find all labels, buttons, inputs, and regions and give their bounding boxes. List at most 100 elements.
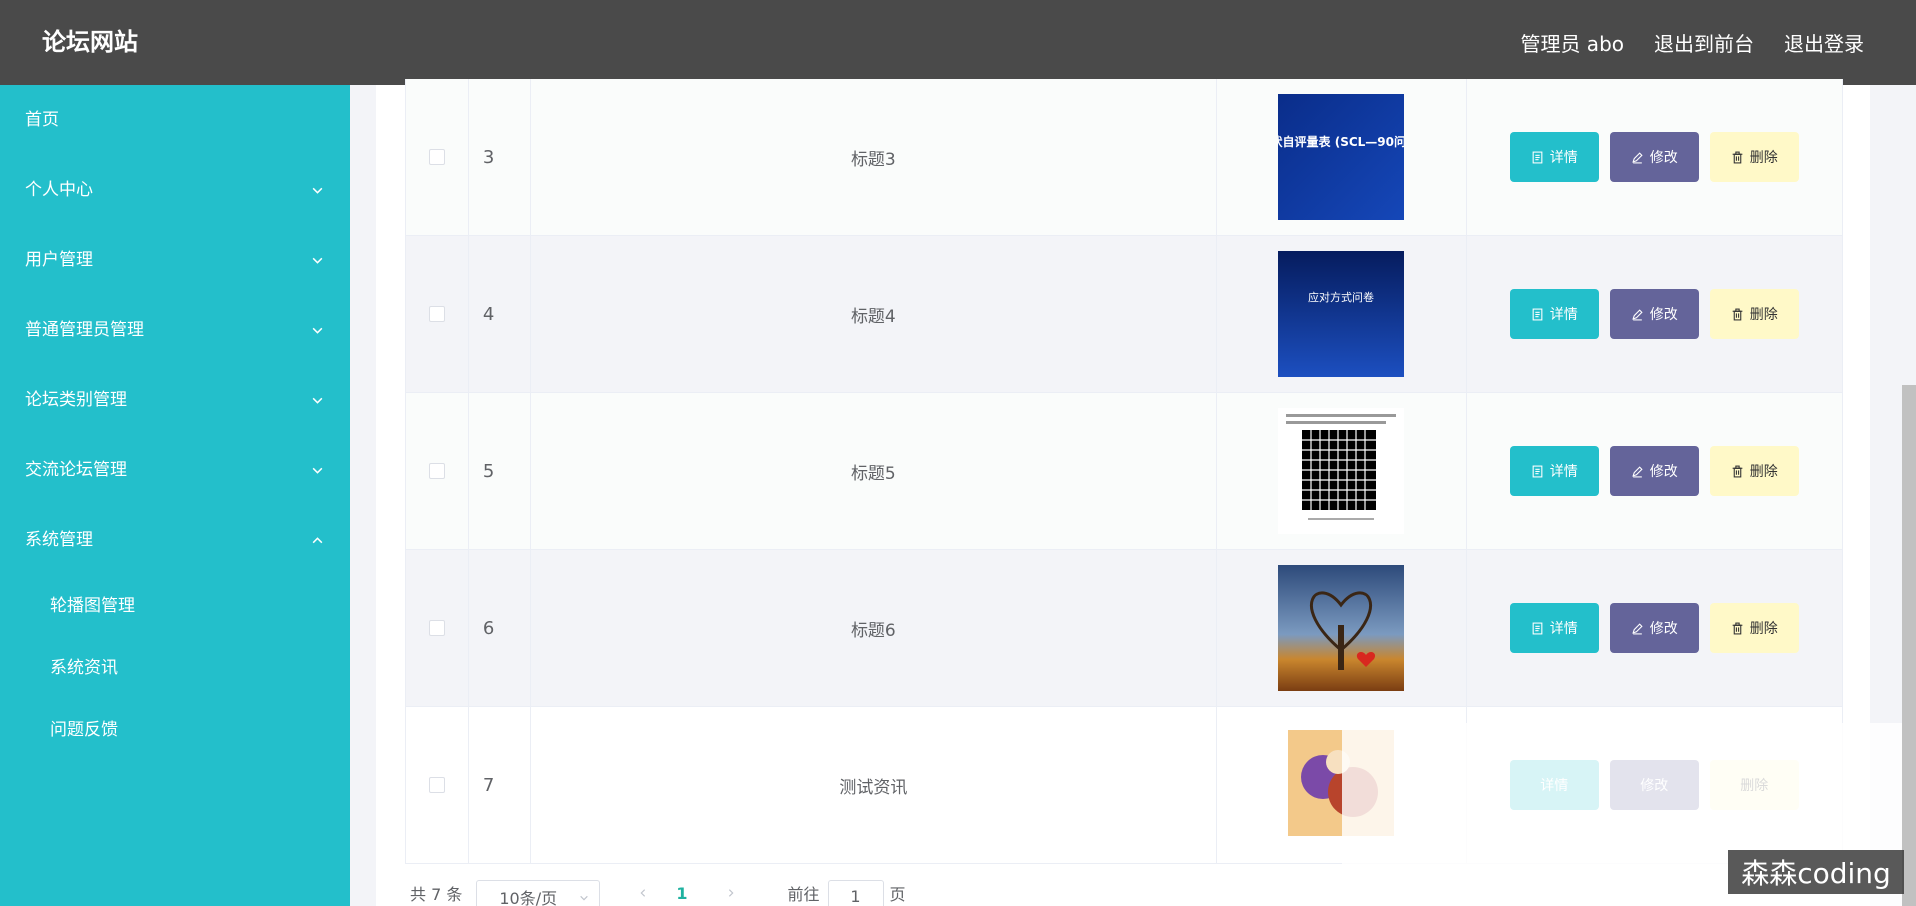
sidebar-item-forum-management[interactable]: 交流论坛管理 xyxy=(0,435,350,505)
thumbnail-caption: 应对方式问卷 xyxy=(1308,290,1374,304)
row-title: 测试资讯 xyxy=(531,707,1217,863)
pencil-icon xyxy=(1632,622,1643,634)
detail-button-label: 详情 xyxy=(1549,464,1578,480)
sidebar-item-home[interactable]: 首页 xyxy=(0,85,350,155)
table-row: 3 标题3 症状自评量表 (SCL—90问卷) 详情 修改 删除 xyxy=(405,79,1843,236)
logout-link[interactable]: 退出登录 xyxy=(1784,28,1864,57)
top-actions: 管理员 abo 退出到前台 退出登录 xyxy=(1520,0,1864,85)
chevron-down-icon xyxy=(310,435,324,505)
watermark: 森森coding xyxy=(1728,850,1904,894)
next-page-button[interactable] xyxy=(716,888,746,898)
goto-prefix: 前往 xyxy=(787,885,820,904)
delete-button-label: 删除 xyxy=(1749,464,1778,480)
row-checkbox[interactable] xyxy=(428,306,445,322)
document-icon xyxy=(1532,622,1543,634)
sidebar-item-system-management[interactable]: 系统管理 xyxy=(0,505,350,575)
trash-icon xyxy=(1732,308,1743,320)
chevron-down-icon xyxy=(310,365,324,435)
row-checkbox[interactable] xyxy=(428,149,445,165)
row-actions: 详情 修改 删除 xyxy=(1467,550,1842,706)
sidebar-item-label: 论坛类别管理 xyxy=(25,390,127,410)
pencil-icon xyxy=(1632,151,1643,163)
edit-button-label: 修改 xyxy=(1649,464,1678,480)
prev-page-button[interactable] xyxy=(628,888,658,898)
pagination-total: 共 7 条 xyxy=(410,885,463,904)
goto-page-input[interactable]: 1 xyxy=(827,880,884,906)
sidebar-subitem-system-news[interactable]: 系统资讯 xyxy=(0,637,350,699)
row-checkbox-cell xyxy=(406,707,469,863)
sidebar-item-admin-management[interactable]: 普通管理员管理 xyxy=(0,295,350,365)
page-number-current[interactable]: 1 xyxy=(676,884,687,903)
edit-button-label: 修改 xyxy=(1649,621,1678,637)
edit-button[interactable]: 修改 xyxy=(1609,603,1699,653)
row-checkbox[interactable] xyxy=(428,463,445,479)
vertical-scrollbar[interactable] xyxy=(1902,385,1916,906)
document-icon xyxy=(1532,465,1543,477)
detail-button[interactable]: 详情 xyxy=(1509,132,1599,182)
row-thumbnail xyxy=(1278,565,1405,691)
page-size-value: 10条/页 xyxy=(499,889,558,906)
row-index: 6 xyxy=(469,550,531,706)
table-row: 4 标题4 应对方式问卷 详情 修改 删除 xyxy=(405,236,1843,393)
sidebar-item-label: 交流论坛管理 xyxy=(25,460,127,480)
detail-button-label: 详情 xyxy=(1549,150,1578,166)
row-index: 5 xyxy=(469,393,531,549)
row-title: 标题4 xyxy=(531,236,1217,392)
edit-button-label: 修改 xyxy=(1649,150,1678,166)
row-title: 标题3 xyxy=(531,79,1217,235)
row-index: 4 xyxy=(469,236,531,392)
chevron-down-icon xyxy=(310,295,324,365)
trash-icon xyxy=(1732,151,1743,163)
chevron-down-icon xyxy=(310,225,324,295)
document-icon xyxy=(1532,308,1543,320)
row-title: 标题5 xyxy=(531,393,1217,549)
exit-to-front-link[interactable]: 退出到前台 xyxy=(1654,28,1754,57)
sidebar-item-forum-category[interactable]: 论坛类别管理 xyxy=(0,365,350,435)
site-brand: 论坛网站 xyxy=(42,28,138,56)
top-bar: 论坛网站 管理员 abo 退出到前台 退出登录 xyxy=(0,0,1916,85)
row-checkbox-cell xyxy=(406,79,469,235)
pencil-icon xyxy=(1632,465,1643,477)
admin-user-label: 管理员 abo xyxy=(1520,32,1624,56)
trash-icon xyxy=(1732,465,1743,477)
row-image-cell: 应对方式问卷 xyxy=(1217,236,1467,392)
sidebar-item-label: 系统管理 xyxy=(25,530,93,550)
row-thumbnail xyxy=(1278,408,1405,534)
detail-button[interactable]: 详情 xyxy=(1509,289,1599,339)
delete-button-label: 删除 xyxy=(1749,307,1778,323)
delete-button[interactable]: 删除 xyxy=(1709,603,1799,653)
sidebar-item-user-management[interactable]: 用户管理 xyxy=(0,225,350,295)
chevron-up-icon xyxy=(310,505,324,575)
row-image-cell: 症状自评量表 (SCL—90问卷) xyxy=(1217,79,1467,235)
row-checkbox[interactable] xyxy=(428,620,445,636)
delete-button[interactable]: 删除 xyxy=(1709,132,1799,182)
trash-icon xyxy=(1732,622,1743,634)
sidebar-subitem-feedback[interactable]: 问题反馈 xyxy=(0,699,350,761)
detail-button[interactable]: 详情 xyxy=(1509,603,1599,653)
sidebar-item-personal-center[interactable]: 个人中心 xyxy=(0,155,350,225)
row-checkbox-cell xyxy=(406,236,469,392)
edit-button[interactable]: 修改 xyxy=(1609,132,1699,182)
pagination: 共 7 条 10条/页 1 前往 1 页 xyxy=(410,880,906,906)
row-thumbnail: 应对方式问卷 xyxy=(1278,251,1405,377)
row-checkbox[interactable] xyxy=(428,777,445,793)
row-thumbnail: 症状自评量表 (SCL—90问卷) xyxy=(1278,94,1405,220)
chevron-down-icon xyxy=(310,155,324,225)
goto-suffix: 页 xyxy=(889,885,906,904)
detail-button[interactable]: 详情 xyxy=(1509,446,1599,496)
edit-button[interactable]: 修改 xyxy=(1609,289,1699,339)
thumbnail-caption: 症状自评量表 (SCL—90问卷) xyxy=(1278,134,1404,149)
delete-button[interactable]: 删除 xyxy=(1709,289,1799,339)
edit-button[interactable]: 修改 xyxy=(1609,446,1699,496)
delete-button[interactable]: 删除 xyxy=(1709,446,1799,496)
detail-button-label: 详情 xyxy=(1549,621,1578,637)
table-row: 6 标题6 详情 修改 删除 xyxy=(405,550,1843,707)
sidebar-item-label: 首页 xyxy=(25,110,59,130)
page-size-select[interactable]: 10条/页 xyxy=(476,880,601,906)
chevron-down-icon xyxy=(579,888,589,906)
sidebar-subitem-carousel[interactable]: 轮播图管理 xyxy=(0,575,350,637)
row-image-cell xyxy=(1217,550,1467,706)
row-title: 标题6 xyxy=(531,550,1217,706)
sidebar-item-label: 个人中心 xyxy=(25,180,93,200)
row-checkbox-cell xyxy=(406,550,469,706)
